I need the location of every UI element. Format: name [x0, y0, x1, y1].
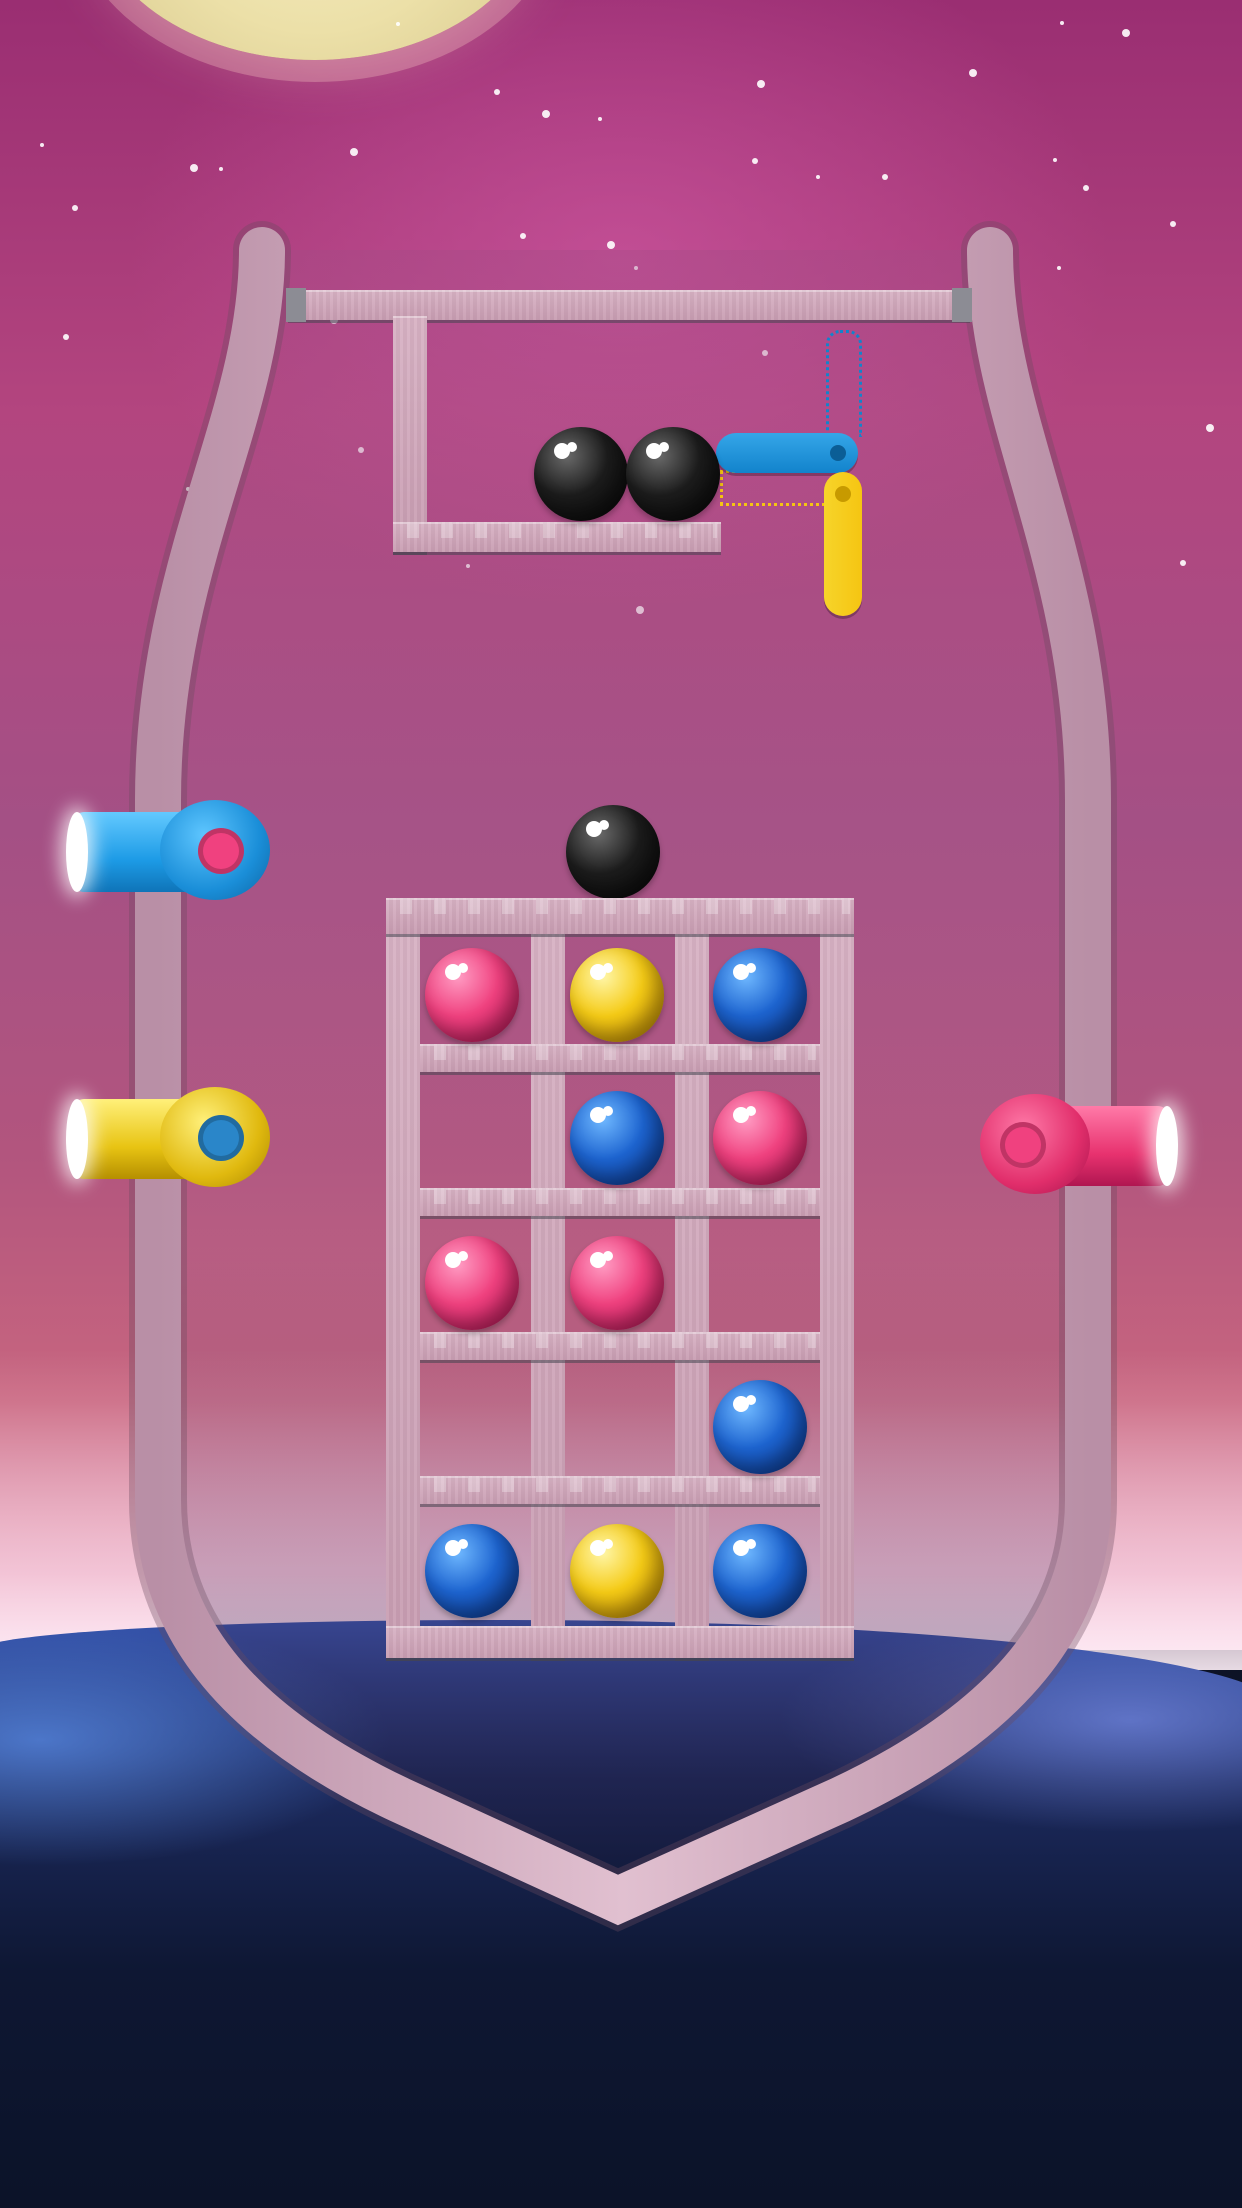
- pin-hole-icon: [835, 486, 851, 502]
- grid-shelf: [420, 1476, 820, 1504]
- yellow-pin[interactable]: [824, 472, 862, 616]
- falling-black-ball: [566, 805, 660, 899]
- cannon-left-top[interactable]: [60, 798, 270, 908]
- cannon-right[interactable]: [978, 1090, 1188, 1200]
- black-ball: [626, 427, 720, 521]
- grid-post: [675, 898, 709, 1658]
- cannon-muzzle: [66, 1099, 88, 1179]
- pink-ball: [425, 948, 519, 1042]
- blue-gem-icon: [198, 1115, 244, 1161]
- yellow-pin-chain: [720, 470, 831, 506]
- grid-top-rail: [386, 898, 854, 934]
- grid-bottom-rail: [386, 1626, 854, 1658]
- cannon-muzzle: [1156, 1106, 1178, 1186]
- pink-gem-icon: [198, 828, 244, 874]
- blue-ball: [713, 1380, 807, 1474]
- chamber-floor: [393, 522, 721, 552]
- pink-gem-icon: [1000, 1122, 1046, 1168]
- pink-ball: [713, 1091, 807, 1185]
- grid-post: [386, 898, 420, 1658]
- blue-pin-chain: [826, 330, 862, 437]
- blue-ball: [425, 1524, 519, 1618]
- pink-ball: [425, 1236, 519, 1330]
- pink-ball: [570, 1236, 664, 1330]
- yellow-ball: [570, 1524, 664, 1618]
- black-ball: [534, 427, 628, 521]
- blue-ball: [713, 948, 807, 1042]
- pin-hole-icon: [830, 445, 846, 461]
- blue-ball: [713, 1524, 807, 1618]
- blue-ball: [570, 1091, 664, 1185]
- blue-pin[interactable]: [716, 433, 858, 473]
- game-scene: [0, 0, 1242, 2208]
- cannon-left-bottom[interactable]: [60, 1085, 270, 1195]
- top-bar: [288, 290, 970, 320]
- cannon-muzzle: [66, 812, 88, 892]
- chamber-left-wall: [393, 316, 427, 552]
- grid-shelf: [420, 1188, 820, 1216]
- grid-shelf: [420, 1044, 820, 1072]
- grid-post: [820, 898, 854, 1658]
- grid-post: [531, 898, 565, 1658]
- yellow-ball: [570, 948, 664, 1042]
- top-bar-cap-left: [286, 288, 306, 322]
- top-bar-cap-right: [952, 288, 972, 322]
- grid-shelf: [420, 1332, 820, 1360]
